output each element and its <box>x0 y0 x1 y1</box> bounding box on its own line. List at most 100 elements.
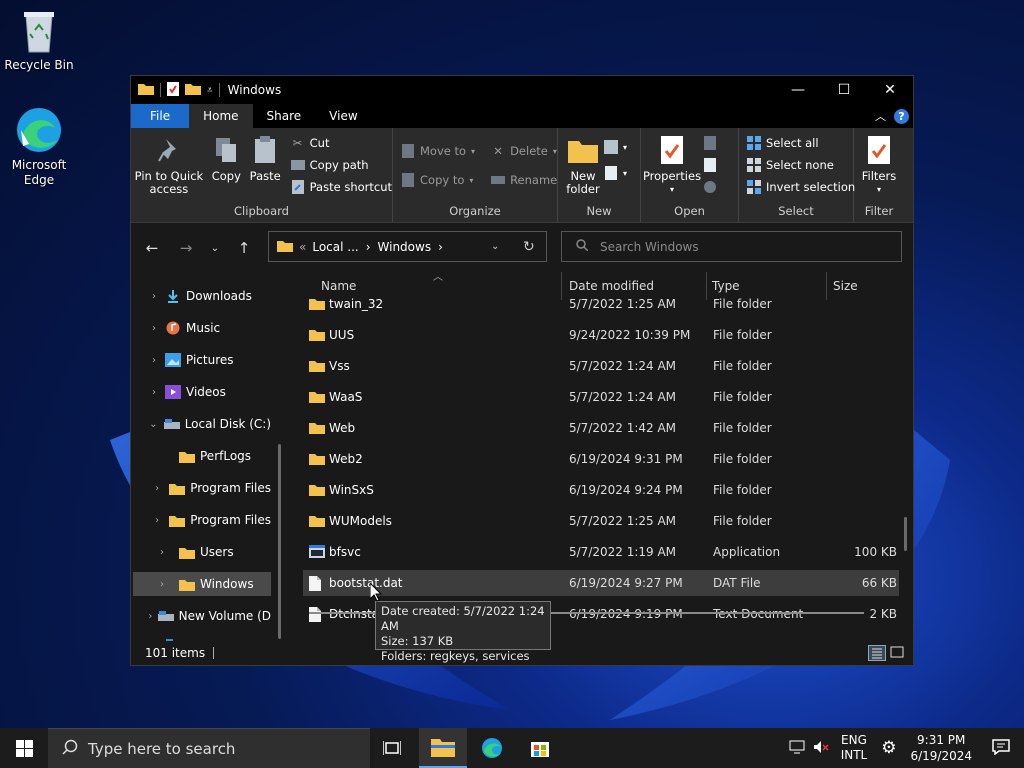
overflow-chevron-icon[interactable]: « <box>299 240 306 254</box>
minimize-button[interactable]: — <box>775 76 821 104</box>
paste-shortcut-button[interactable]: Paste shortcut <box>291 178 392 196</box>
expand-chevron-icon[interactable]: › <box>147 291 161 302</box>
list-scrollbar[interactable] <box>904 517 907 551</box>
file-row[interactable]: Web2 6/19/2024 9:31 PM File folder <box>303 446 899 472</box>
new-folder-icon[interactable] <box>185 82 201 98</box>
nav-item-downloads[interactable]: › Downloads <box>133 284 271 308</box>
address-bar[interactable]: « Local ... › Windows › ⌄ ↻ <box>268 231 547 262</box>
expand-chevron-icon[interactable]: › <box>147 611 154 622</box>
details-view-button[interactable] <box>868 645 886 661</box>
file-row[interactable]: UUS 9/24/2022 10:39 PM File folder <box>303 322 899 348</box>
mouse-cursor-icon <box>370 583 382 602</box>
task-view-button[interactable] <box>368 728 416 768</box>
expand-chevron-icon[interactable]: ⌄ <box>147 419 160 430</box>
nav-item-label: New Volume (D <box>178 609 271 623</box>
expand-chevron-icon[interactable]: › <box>155 515 159 526</box>
language-indicator[interactable]: ENG INTL <box>841 733 868 763</box>
nav-item-program-files[interactable]: › Program Files <box>133 508 271 532</box>
nav-scrollbar[interactable] <box>278 444 281 639</box>
cut-button[interactable]: ✂ Cut <box>291 134 392 152</box>
file-type: File folder <box>713 390 772 404</box>
address-dropdown-icon[interactable]: ⌄ <box>491 241 499 252</box>
nav-item-videos[interactable]: › Videos <box>133 380 271 404</box>
move-to-button[interactable]: Move to ▾ <box>401 142 475 160</box>
help-icon[interactable]: ? <box>894 108 909 124</box>
file-row[interactable]: WaaS 5/7/2022 1:24 AM File folder <box>303 384 899 410</box>
network-icon[interactable] <box>789 740 805 757</box>
breadcrumb-separator-icon[interactable]: › <box>366 240 371 254</box>
collapse-ribbon-icon[interactable]: ︿ <box>875 108 886 124</box>
start-button[interactable] <box>0 728 48 768</box>
file-explorer-taskbar-button[interactable] <box>419 728 467 768</box>
edge-shortcut[interactable]: Microsoft Edge <box>1 106 77 188</box>
nav-item-program-files[interactable]: › Program Files <box>133 476 271 500</box>
breadcrumb-separator-icon[interactable]: › <box>438 240 443 254</box>
history-button[interactable] <box>703 178 717 196</box>
copy-path-button[interactable]: Copy path <box>290 156 392 174</box>
up-button[interactable]: ↑ <box>227 239 261 257</box>
file-row[interactable]: Web 5/7/2022 1:42 AM File folder <box>303 415 899 441</box>
large-icons-view-button[interactable] <box>889 645 907 661</box>
properties-icon[interactable] <box>167 81 179 99</box>
expand-chevron-icon[interactable]: › <box>147 323 161 334</box>
select-none-button[interactable]: Select none <box>747 156 855 174</box>
expand-chevron-icon[interactable]: › <box>147 355 161 366</box>
tab-file[interactable]: File <box>131 104 190 128</box>
expand-chevron-icon[interactable]: › <box>155 483 159 494</box>
nav-item-perflogs[interactable]: PerfLogs <box>133 444 271 468</box>
file-row[interactable]: twain_32 5/7/2022 1:25 AM File folder <box>303 291 899 317</box>
customize-qat-icon[interactable]: ⩡ <box>207 85 213 96</box>
forward-button[interactable]: → <box>169 239 203 257</box>
clock[interactable]: 9:31 PM 6/19/2024 <box>910 732 972 764</box>
expand-chevron-icon[interactable]: › <box>155 579 169 590</box>
file-row[interactable]: bfsvc 5/7/2022 1:19 AM Application 100 KB <box>303 539 899 565</box>
breadcrumb-windows[interactable]: Windows <box>378 240 432 254</box>
file-row[interactable]: bootstat.dat 6/19/2024 9:27 PM DAT File 66 … <box>303 570 899 596</box>
invert-selection-button[interactable]: Invert selection <box>747 178 855 196</box>
recent-locations-button[interactable]: ⌄ <box>203 243 227 254</box>
file-size: 66 KB <box>861 576 897 590</box>
nav-item-windows[interactable]: › Windows <box>133 572 271 596</box>
tab-share[interactable]: Share <box>253 104 316 128</box>
taskbar-search[interactable]: Type here to search <box>48 728 370 768</box>
nav-item-local-disk-c[interactable]: ⌄ Local Disk (C:) <box>133 412 271 436</box>
store-taskbar-button[interactable] <box>516 728 564 768</box>
delete-button[interactable]: ✕ Delete ▾ <box>491 142 557 160</box>
nav-item-label: Downloads <box>186 289 252 303</box>
copy-to-button[interactable]: Copy to ▾ <box>401 171 475 189</box>
edge-taskbar-button[interactable] <box>468 728 516 768</box>
select-all-button[interactable]: Select all <box>747 134 855 152</box>
nav-item-users[interactable]: › Users <box>133 540 271 564</box>
maximize-button[interactable]: ☐ <box>821 76 867 104</box>
folder-icon <box>179 545 195 559</box>
tab-home[interactable]: Home <box>189 104 253 128</box>
file-type: File folder <box>713 359 772 373</box>
edit-button[interactable] <box>703 156 717 174</box>
file-row[interactable]: Vss 5/7/2022 1:24 AM File folder <box>303 353 899 379</box>
nav-item-partial[interactable]: › <box>133 632 273 641</box>
rename-button[interactable]: Rename <box>491 171 557 189</box>
back-button[interactable]: ← <box>135 239 169 257</box>
nav-item-new-volume-d[interactable]: › New Volume (D <box>133 604 271 628</box>
taskbar: Type here to search ENG INTL ⚙ 9:31 PM 6… <box>0 728 1024 768</box>
expand-chevron-icon[interactable]: › <box>147 387 161 398</box>
new-item-button[interactable]: ▾ <box>604 138 627 156</box>
easy-access-button[interactable]: ▾ <box>604 164 627 182</box>
recycle-bin-shortcut[interactable]: Recycle Bin <box>1 8 77 73</box>
volume-muted-icon[interactable] <box>813 740 829 757</box>
open-button[interactable] <box>703 134 717 152</box>
settings-gear-icon[interactable]: ⚙ <box>881 738 896 758</box>
file-row[interactable]: WinSxS 6/19/2024 9:24 PM File folder <box>303 477 899 503</box>
file-row[interactable]: WUModels 5/7/2022 1:25 AM File folder <box>303 508 899 534</box>
nav-item-pictures[interactable]: › Pictures <box>133 348 271 372</box>
close-button[interactable]: ✕ <box>867 76 913 104</box>
nav-item-music[interactable]: › Music <box>133 316 271 340</box>
expand-chevron-icon[interactable]: › <box>155 547 169 558</box>
file-name: WUModels <box>329 514 392 528</box>
search-box[interactable]: Search Windows <box>561 231 902 262</box>
tab-view[interactable]: View <box>315 104 371 128</box>
file-name: bfsvc <box>329 545 361 559</box>
breadcrumb-local-disk[interactable]: Local ... <box>312 240 358 254</box>
refresh-icon[interactable]: ↻ <box>523 239 535 255</box>
notifications-icon[interactable] <box>992 738 1010 758</box>
